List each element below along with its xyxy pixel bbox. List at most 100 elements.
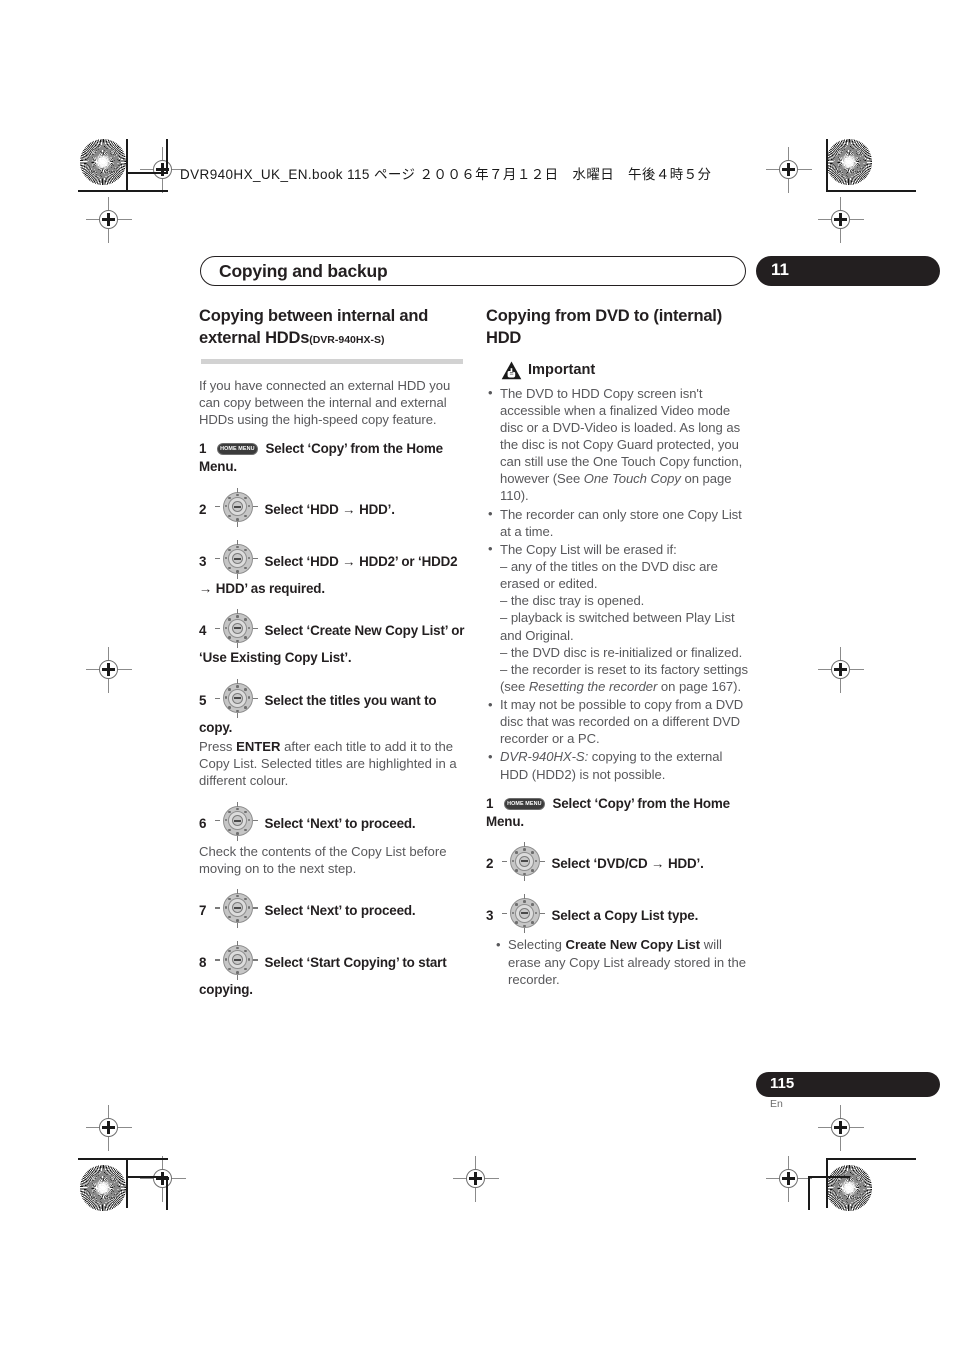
step-number: 1 xyxy=(486,795,494,811)
step-instruction: Select ‘HDD → HDD’. xyxy=(264,501,395,517)
step-number: 2 xyxy=(199,501,207,517)
crop-line-tl-h2 xyxy=(126,172,168,174)
crop-line-tl-h xyxy=(78,190,168,192)
step-number: 7 xyxy=(199,902,207,918)
crosshair-bottom-left xyxy=(140,1156,186,1202)
step-headline: 1 HOME MENU Select ‘Copy’ from the Home … xyxy=(486,795,752,831)
crop-line-br-v xyxy=(826,1158,828,1208)
nav-pad-icon xyxy=(214,940,259,981)
crop-line-tr-v xyxy=(826,139,828,191)
crosshair-top-right xyxy=(766,147,812,193)
step-headline: 5 Select the titles you want to copy. xyxy=(199,679,465,737)
list-item: The recorder can only store one Copy Lis… xyxy=(486,505,752,540)
list-item: It may not be possible to copy from a DV… xyxy=(486,696,752,747)
crosshair-right-lower xyxy=(818,1105,864,1151)
crosshair-bottom-right xyxy=(766,1156,812,1202)
step-sub-bullets: Selecting Create New Copy List will eras… xyxy=(486,936,752,987)
left-intro-paragraph: If you have connected an external HDD yo… xyxy=(199,377,451,427)
nav-pad-icon xyxy=(214,801,259,842)
step-headline: 7 Select ‘Next’ to proceed. xyxy=(199,888,465,929)
crosshair-mid-left xyxy=(86,197,132,243)
step-item: 1 HOME MENU Select ‘Copy’ from the Home … xyxy=(199,440,465,476)
list-item: The DVD to HDD Copy screen isn't accessi… xyxy=(486,384,752,505)
step-item: 3 Select a Copy List type.Selecting Crea… xyxy=(486,894,752,987)
list-item: – playback is switched between Play List… xyxy=(500,610,735,643)
crosshair-right-upper xyxy=(818,647,864,693)
crop-line-bl-v2 xyxy=(166,1176,168,1210)
crop-line-tl-v xyxy=(126,139,128,191)
list-item: – the disc tray is opened. xyxy=(500,593,645,609)
step-headline: 2 Select ‘HDD → HDD’. xyxy=(199,487,465,528)
dash-sub-list: – any of the titles on the DVD disc are … xyxy=(500,558,752,695)
step-key-label: ENTER xyxy=(236,739,281,755)
crosshair-mid-right xyxy=(818,197,864,243)
step-number: 2 xyxy=(486,856,494,872)
heading-rule xyxy=(201,358,463,364)
step-item: 1 HOME MENU Select ‘Copy’ from the Home … xyxy=(486,795,752,831)
crosshair-left-upper xyxy=(86,647,132,693)
step-item: 5 Select the titles you want to copy. Pre… xyxy=(199,679,465,789)
left-heading-model: (DVR-940HX-S) xyxy=(309,334,385,347)
step-instruction: Select ‘Next’ to proceed. xyxy=(264,902,416,918)
step-number: 5 xyxy=(199,693,207,709)
step-headline: 6 Select ‘Next’ to proceed. xyxy=(199,801,465,842)
important-bullet-list: The DVD to HDD Copy screen isn't accessi… xyxy=(486,384,752,783)
important-header: Important xyxy=(501,361,752,380)
nav-pad-icon xyxy=(501,842,546,882)
step-item: 3 Select ‘HDD → HDD2’ or ‘HDD2 → HDD’ as… xyxy=(199,539,465,598)
step-description: Press ENTER after each title to add it t… xyxy=(199,739,457,789)
step-headline: 8 Select ‘Start Copying’ to start copyin… xyxy=(199,940,465,999)
star-target-bottom-left xyxy=(80,1165,126,1211)
step-item: 8 Select ‘Start Copying’ to start copyin… xyxy=(199,940,465,999)
list-item: DVR-940HX-S: copying to the external HDD… xyxy=(486,748,752,782)
step-headline: 1 HOME MENU Select ‘Copy’ from the Home … xyxy=(199,440,465,476)
step-item: 6 Select ‘Next’ to proceed. Check the con… xyxy=(199,801,465,877)
nav-pad-icon xyxy=(214,539,259,580)
crop-line-bl-h xyxy=(78,1158,168,1160)
step-description: Check the contents of the Copy List befo… xyxy=(199,843,447,876)
nav-pad-icon xyxy=(214,609,259,649)
step-number: 1 xyxy=(199,440,207,456)
star-target-bottom-right xyxy=(826,1165,872,1211)
step-item: 2 Select ‘DVD/CD → HDD’. xyxy=(486,842,752,882)
left-column: Copying between internal and external HD… xyxy=(199,305,465,999)
step-item: 7 Select ‘Next’ to proceed. xyxy=(199,888,465,929)
chapter-number: 11 xyxy=(771,260,789,279)
nav-pad-icon xyxy=(214,888,259,929)
nav-pad-icon xyxy=(214,487,259,528)
warning-triangle-icon xyxy=(501,361,522,380)
nav-pad-icon xyxy=(214,679,259,719)
page-number-tab: 115 xyxy=(756,1072,940,1097)
step-headline: 3 Select ‘HDD → HDD2’ or ‘HDD2 → HDD’ as… xyxy=(199,539,465,598)
left-step-list: 1 HOME MENU Select ‘Copy’ from the Home … xyxy=(199,440,465,999)
chapter-title: Copying and backup xyxy=(219,261,388,281)
page-number: 115 xyxy=(770,1075,795,1092)
nav-pad-icon xyxy=(501,894,546,934)
home-menu-icon: HOME MENU xyxy=(503,797,545,810)
crop-line-bl-v xyxy=(126,1158,128,1208)
step-number: 3 xyxy=(486,908,494,924)
step-headline: 3 Select a Copy List type. xyxy=(486,894,752,934)
list-item: Selecting Create New Copy List will eras… xyxy=(494,936,752,987)
crop-line-br-h xyxy=(826,1158,916,1160)
book-header-line: DVR940HX_UK_EN.book 115 ページ ２００６年７月１２日 水… xyxy=(180,167,712,182)
star-target-top-right xyxy=(826,139,872,185)
step-instruction: Select a Copy List type. xyxy=(551,908,699,924)
step-number: 8 xyxy=(199,954,207,970)
list-item: – the DVD disc is re-initialized or fina… xyxy=(500,644,743,660)
step-instruction: Select ‘DVD/CD → HDD’. xyxy=(551,856,704,872)
step-number: 6 xyxy=(199,815,207,831)
chapter-number-tab: 11 xyxy=(756,256,940,286)
crop-line-tr-h xyxy=(826,190,916,192)
step-instruction: Select ‘Next’ to proceed. xyxy=(264,815,416,831)
list-item: – the recorder is reset to its factory s… xyxy=(500,661,748,694)
step-headline: 2 Select ‘DVD/CD → HDD’. xyxy=(486,842,752,882)
crop-line-tl-v2 xyxy=(166,139,168,174)
right-column: Copying from DVD to (internal) HDD Impor… xyxy=(486,305,752,988)
list-item: The Copy List will be erased if:– any of… xyxy=(486,540,752,695)
important-title: Important xyxy=(528,362,596,379)
step-number: 3 xyxy=(199,553,207,569)
step-headline: 4 Select ‘Create New Copy List’ or ‘Use … xyxy=(199,609,465,667)
chapter-banner: Copying and backup xyxy=(200,256,746,286)
right-step-list: 1 HOME MENU Select ‘Copy’ from the Home … xyxy=(486,795,752,988)
